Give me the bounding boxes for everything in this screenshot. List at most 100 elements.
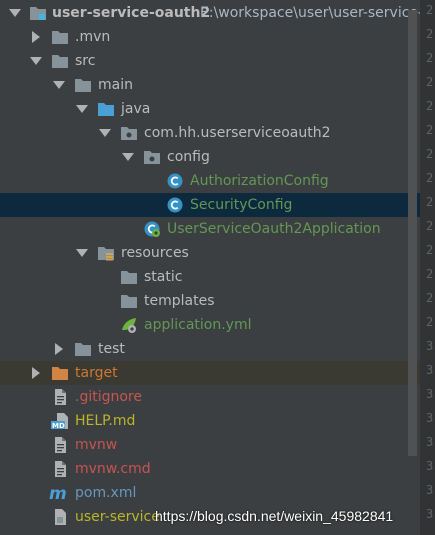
line-number: 3 bbox=[426, 483, 434, 497]
line-number: 2 bbox=[426, 75, 434, 89]
line-number: 2 bbox=[426, 171, 434, 185]
file-label: application.yml bbox=[144, 317, 252, 333]
folder-icon bbox=[74, 340, 92, 358]
tree-row-mvnw[interactable]: mvnw bbox=[0, 433, 420, 457]
file-label: mvnw bbox=[75, 437, 118, 453]
tree-row-src[interactable]: src bbox=[0, 49, 420, 73]
tree-row-target[interactable]: target bbox=[0, 361, 420, 385]
file-label: .gitignore bbox=[75, 389, 142, 405]
text-file-icon bbox=[51, 460, 69, 478]
text-file-icon bbox=[51, 388, 69, 406]
expanded-arrow-icon[interactable] bbox=[98, 126, 112, 140]
project-tree: user-service-oauth2 E:\workspace\user\us… bbox=[0, 0, 432, 535]
line-number: 2 bbox=[426, 3, 434, 17]
source-folder-icon bbox=[97, 100, 115, 118]
folder-icon bbox=[120, 268, 138, 286]
module-file-icon bbox=[51, 508, 69, 526]
expanded-arrow-icon[interactable] bbox=[75, 102, 89, 116]
folder-label: java bbox=[121, 101, 151, 117]
line-number: 2 bbox=[426, 243, 434, 257]
tree-row-gitignore[interactable]: .gitignore bbox=[0, 385, 420, 409]
tree-row-application-yml[interactable]: application.yml bbox=[0, 313, 420, 337]
line-number: 2 bbox=[426, 291, 434, 305]
tree-row-security-config[interactable]: SecurityConfig bbox=[0, 193, 420, 217]
spring-boot-class-icon bbox=[143, 220, 161, 238]
markdown-file-icon: MD bbox=[51, 412, 69, 430]
class-label: SecurityConfig bbox=[190, 197, 293, 213]
svg-text:m: m bbox=[49, 484, 67, 502]
excluded-folder-icon bbox=[51, 364, 69, 382]
expanded-arrow-icon[interactable] bbox=[8, 6, 22, 20]
line-number: 2 bbox=[426, 315, 434, 329]
class-label: UserServiceOauth2Application bbox=[167, 221, 381, 237]
folder-icon bbox=[51, 28, 69, 46]
package-icon bbox=[143, 148, 161, 166]
tree-row-java[interactable]: java bbox=[0, 97, 420, 121]
expanded-arrow-icon[interactable] bbox=[29, 54, 43, 68]
line-number: 3 bbox=[426, 363, 434, 377]
line-number: 3 bbox=[426, 507, 434, 521]
tree-row-test[interactable]: test bbox=[0, 337, 420, 361]
file-label: user-service bbox=[75, 509, 160, 525]
tree-row-help-md[interactable]: MD HELP.md bbox=[0, 409, 420, 433]
tree-row-templates[interactable]: templates bbox=[0, 289, 420, 313]
folder-label: target bbox=[75, 365, 118, 381]
tree-row-authorization-config[interactable]: AuthorizationConfig bbox=[0, 169, 420, 193]
package-icon bbox=[120, 124, 138, 142]
folder-label: src bbox=[75, 53, 96, 69]
java-class-icon bbox=[166, 196, 184, 214]
tree-row-main[interactable]: main bbox=[0, 73, 420, 97]
tree-row-application-class[interactable]: UserServiceOauth2Application bbox=[0, 217, 420, 241]
file-label: mvnw.cmd bbox=[75, 461, 151, 477]
module-folder-icon bbox=[29, 4, 47, 22]
package-label: config bbox=[167, 149, 210, 165]
tree-row-resources[interactable]: resources bbox=[0, 241, 420, 265]
line-number: 2 bbox=[426, 195, 434, 209]
package-label: com.hh.userserviceoauth2 bbox=[144, 125, 331, 141]
line-number: 3 bbox=[426, 387, 434, 401]
collapsed-arrow-icon[interactable] bbox=[52, 342, 66, 356]
watermark-text: https://blog.csdn.net/weixin_45982841 bbox=[155, 508, 394, 524]
folder-label: .mvn bbox=[75, 29, 111, 45]
line-number: 2 bbox=[426, 51, 434, 65]
folder-label: test bbox=[98, 341, 125, 357]
tree-row-pom[interactable]: m pom.xml bbox=[0, 481, 420, 505]
tree-row-mvnw-cmd[interactable]: mvnw.cmd bbox=[0, 457, 420, 481]
editor-gutter: 2 2 2 2 2 2 2 2 2 2 2 2 2 2 3 3 3 3 3 3 … bbox=[420, 0, 435, 535]
line-number: 3 bbox=[426, 435, 434, 449]
maven-icon: m bbox=[49, 484, 67, 502]
vertical-scrollbar-thumb[interactable] bbox=[408, 10, 417, 456]
svg-text:MD: MD bbox=[52, 422, 65, 430]
root-project-path: E:\workspace\user\user-service-o bbox=[200, 5, 432, 21]
tree-row-mvn[interactable]: .mvn bbox=[0, 25, 420, 49]
line-number: 3 bbox=[426, 339, 434, 353]
java-class-icon bbox=[166, 172, 184, 190]
folder-label: main bbox=[98, 77, 133, 93]
text-file-icon bbox=[51, 436, 69, 454]
collapsed-arrow-icon[interactable] bbox=[29, 366, 43, 380]
tree-row-package[interactable]: com.hh.userserviceoauth2 bbox=[0, 121, 420, 145]
folder-icon bbox=[51, 52, 69, 70]
folder-label: static bbox=[144, 269, 183, 285]
folder-label: resources bbox=[121, 245, 189, 261]
line-number: 3 bbox=[426, 411, 434, 425]
collapsed-arrow-icon[interactable] bbox=[29, 30, 43, 44]
expanded-arrow-icon[interactable] bbox=[121, 150, 135, 164]
expanded-arrow-icon[interactable] bbox=[75, 246, 89, 260]
line-number: 3 bbox=[426, 459, 434, 473]
line-number: 2 bbox=[426, 147, 434, 161]
line-number: 2 bbox=[426, 267, 434, 281]
folder-label: templates bbox=[144, 293, 215, 309]
root-project-name: user-service-oauth2 bbox=[52, 5, 211, 21]
class-label: AuthorizationConfig bbox=[190, 173, 329, 189]
tree-row-static[interactable]: static bbox=[0, 265, 420, 289]
line-number: 2 bbox=[426, 123, 434, 137]
folder-icon bbox=[120, 292, 138, 310]
tree-row-config[interactable]: config bbox=[0, 145, 420, 169]
expanded-arrow-icon[interactable] bbox=[52, 78, 66, 92]
tree-row-root[interactable]: user-service-oauth2 E:\workspace\user\us… bbox=[0, 1, 432, 25]
line-number: 2 bbox=[426, 219, 434, 233]
line-number: 2 bbox=[426, 27, 434, 41]
file-label: HELP.md bbox=[75, 413, 136, 429]
line-number: 2 bbox=[426, 99, 434, 113]
